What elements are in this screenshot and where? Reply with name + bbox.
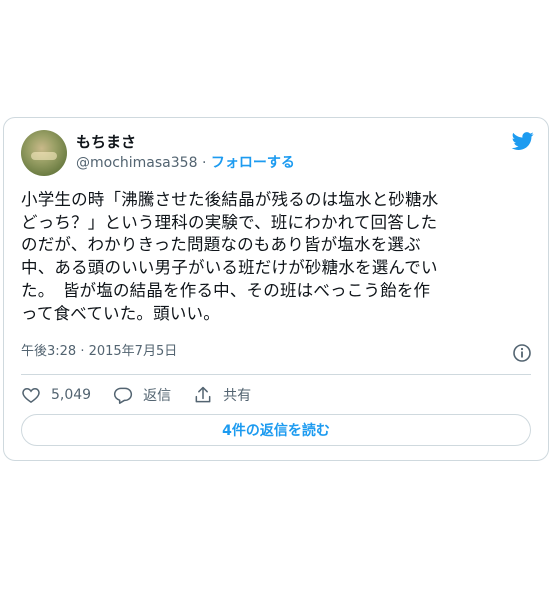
handle[interactable]: @mochimasa358	[76, 155, 197, 171]
follow-button[interactable]: フォローする	[211, 155, 295, 171]
tweet-line: どっち？」という理科の実験で、班にわかれて回答した	[21, 212, 438, 232]
separator: ·	[201, 155, 207, 171]
avatar[interactable]	[21, 130, 67, 176]
tweet-line: って食べていた。頭いい。	[21, 303, 220, 323]
tweet-text: 小学生の時「沸騰させた後結晶が残るのは塩水と砂糖水 どっち？」という理科の実験で…	[21, 189, 536, 325]
reply-icon	[114, 387, 133, 404]
handle-row: @mochimasa358 · フォローする	[76, 153, 295, 173]
divider	[21, 374, 531, 375]
timestamp[interactable]: 午後3:28 · 2015年7月5日	[21, 343, 177, 361]
reply-button[interactable]: 返信	[113, 385, 171, 405]
tweet-line: のだが、わかりきった問題なのもあり皆が塩水を選ぶ	[21, 235, 421, 255]
share-button[interactable]: 共有	[193, 385, 251, 405]
share-icon	[195, 386, 211, 403]
reply-label: 返信	[143, 388, 172, 404]
tweet-line: た。 皆が塩の結晶を作る中、その班はべっこう飴を作	[21, 280, 431, 300]
tweet-line: 中、ある頭のいい男子がいる班だけが砂糖水を選んでい	[21, 258, 438, 278]
heart-icon	[22, 387, 40, 403]
read-replies-button[interactable]: 4件の返信を読む	[21, 414, 531, 446]
info-icon[interactable]	[512, 343, 532, 363]
twitter-bird-icon[interactable]	[510, 130, 536, 152]
like-count: 5,049	[51, 387, 92, 403]
tweet-line: 小学生の時「沸騰させた後結晶が残るのは塩水と砂糖水	[21, 190, 439, 209]
tweet-card: もちまさ @mochimasa358 · フォローする 小学生の時「沸騰させた後…	[3, 117, 549, 461]
action-bar: 5,049 返信 共有	[21, 384, 273, 406]
like-button[interactable]: 5,049	[21, 385, 91, 405]
display-name[interactable]: もちまさ	[76, 132, 136, 152]
share-label: 共有	[223, 388, 252, 404]
